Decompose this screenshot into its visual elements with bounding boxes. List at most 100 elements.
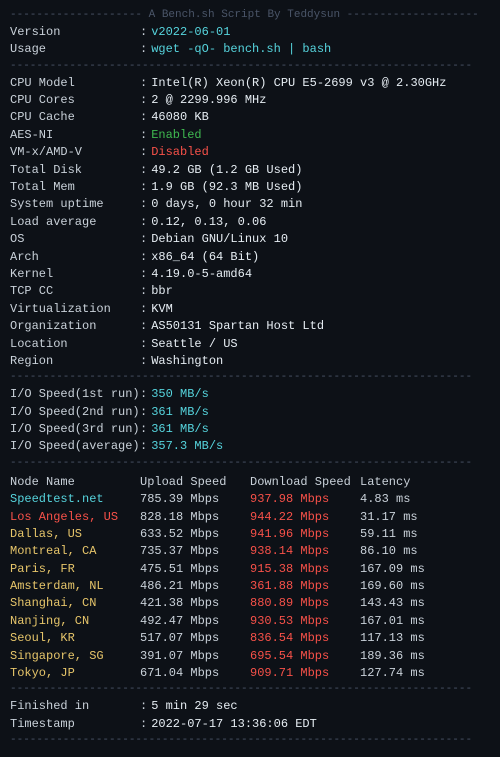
table-row: Amsterdam, NL 486.21 Mbps 361.88 Mbps 16…: [10, 578, 490, 595]
download-speed: 909.71 Mbps: [250, 665, 360, 682]
disk-row: Total Disk : 49.2 GB (1.2 GB Used): [10, 162, 490, 179]
location-label: Location: [10, 336, 140, 353]
timestamp-value: 2022-07-17 13:36:06 EDT: [151, 716, 317, 733]
arch-label: Arch: [10, 249, 140, 266]
cpu-model-label: CPU Model: [10, 75, 140, 92]
cpu-model-value: Intel(R) Xeon(R) CPU E5-2699 v3 @ 2.30GH…: [151, 75, 446, 92]
divider-5: ----------------------------------------…: [10, 733, 490, 749]
vm-value: Disabled: [151, 144, 209, 161]
latency: 189.36 ms: [360, 648, 440, 665]
region-label: Region: [10, 353, 140, 370]
node-name: Amsterdam, NL: [10, 578, 140, 595]
table-row: Montreal, CA 735.37 Mbps 938.14 Mbps 86.…: [10, 543, 490, 560]
os-label: OS: [10, 231, 140, 248]
node-name: Tokyo, JP: [10, 665, 140, 682]
tcp-label: TCP CC: [10, 283, 140, 300]
table-row: Tokyo, JP 671.04 Mbps 909.71 Mbps 127.74…: [10, 665, 490, 682]
latency: 4.83 ms: [360, 491, 440, 508]
network-table: Speedtest.net 785.39 Mbps 937.98 Mbps 4.…: [10, 491, 490, 682]
col-download-header: Download Speed: [250, 474, 360, 491]
vm-row: VM-x/AMD-V : Disabled: [10, 144, 490, 161]
vm-label: VM-x/AMD-V: [10, 144, 140, 161]
col-node-header: Node Name: [10, 474, 140, 491]
os-row: OS : Debian GNU/Linux 10: [10, 231, 490, 248]
upload-speed: 735.37 Mbps: [140, 543, 250, 560]
aes-label: AES-NI: [10, 127, 140, 144]
uptime-row: System uptime : 0 days, 0 hour 32 min: [10, 196, 490, 213]
latency: 167.09 ms: [360, 561, 440, 578]
version-row: Version : v2022-06-01: [10, 24, 490, 41]
cpu-cache-row: CPU Cache : 46080 KB: [10, 109, 490, 126]
download-speed: 880.89 Mbps: [250, 595, 360, 612]
col-latency-header: Latency: [360, 474, 440, 491]
io-run3-label: I/O Speed(3rd run): [10, 421, 140, 438]
io-run2-value: 361 MB/s: [151, 404, 209, 421]
kernel-value: 4.19.0-5-amd64: [151, 266, 252, 283]
table-row: Dallas, US 633.52 Mbps 941.96 Mbps 59.11…: [10, 526, 490, 543]
io-run1-value: 350 MB/s: [151, 386, 209, 403]
timestamp-row: Timestamp : 2022-07-17 13:36:06 EDT: [10, 716, 490, 733]
org-label: Organization: [10, 318, 140, 335]
io-run1-label: I/O Speed(1st run): [10, 386, 140, 403]
disk-label: Total Disk: [10, 162, 140, 179]
download-speed: 938.14 Mbps: [250, 543, 360, 560]
table-row: Singapore, SG 391.07 Mbps 695.54 Mbps 18…: [10, 648, 490, 665]
divider-2: ----------------------------------------…: [10, 370, 490, 386]
top-divider: -------------------- A Bench.sh Script B…: [10, 8, 490, 24]
upload-speed: 391.07 Mbps: [140, 648, 250, 665]
kernel-label: Kernel: [10, 266, 140, 283]
cpu-cores-label: CPU Cores: [10, 92, 140, 109]
divider-1: ----------------------------------------…: [10, 59, 490, 75]
kernel-row: Kernel : 4.19.0-5-amd64: [10, 266, 490, 283]
table-header: Node Name Upload Speed Download Speed La…: [10, 474, 490, 491]
table-row: Speedtest.net 785.39 Mbps 937.98 Mbps 4.…: [10, 491, 490, 508]
cpu-cache-label: CPU Cache: [10, 109, 140, 126]
finished-row: Finished in : 5 min 29 sec: [10, 698, 490, 715]
node-name: Los Angeles, US: [10, 509, 140, 526]
uptime-value: 0 days, 0 hour 32 min: [151, 196, 302, 213]
download-speed: 361.88 Mbps: [250, 578, 360, 595]
node-name: Paris, FR: [10, 561, 140, 578]
usage-label: Usage: [10, 41, 140, 58]
os-value: Debian GNU/Linux 10: [151, 231, 288, 248]
io-run3-row: I/O Speed(3rd run) : 361 MB/s: [10, 421, 490, 438]
latency: 143.43 ms: [360, 595, 440, 612]
io-avg-value: 357.3 MB/s: [151, 438, 223, 455]
table-row: Shanghai, CN 421.38 Mbps 880.89 Mbps 143…: [10, 595, 490, 612]
io-run2-row: I/O Speed(2nd run) : 361 MB/s: [10, 404, 490, 421]
node-name: Nanjing, CN: [10, 613, 140, 630]
upload-speed: 486.21 Mbps: [140, 578, 250, 595]
latency: 117.13 ms: [360, 630, 440, 647]
download-speed: 836.54 Mbps: [250, 630, 360, 647]
node-name: Speedtest.net: [10, 491, 140, 508]
mem-row: Total Mem : 1.9 GB (92.3 MB Used): [10, 179, 490, 196]
col-upload-header: Upload Speed: [140, 474, 250, 491]
tcp-value: bbr: [151, 283, 173, 300]
version-value: v2022-06-01: [151, 24, 230, 41]
download-speed: 944.22 Mbps: [250, 509, 360, 526]
upload-speed: 517.07 Mbps: [140, 630, 250, 647]
latency: 167.01 ms: [360, 613, 440, 630]
org-row: Organization : AS50131 Spartan Host Ltd: [10, 318, 490, 335]
mem-label: Total Mem: [10, 179, 140, 196]
aes-row: AES-NI : Enabled: [10, 127, 490, 144]
version-label: Version: [10, 24, 140, 41]
download-speed: 915.38 Mbps: [250, 561, 360, 578]
latency: 59.11 ms: [360, 526, 440, 543]
node-name: Seoul, KR: [10, 630, 140, 647]
download-speed: 941.96 Mbps: [250, 526, 360, 543]
io-run3-value: 361 MB/s: [151, 421, 209, 438]
io-avg-label: I/O Speed(average): [10, 438, 140, 455]
table-row: Paris, FR 475.51 Mbps 915.38 Mbps 167.09…: [10, 561, 490, 578]
finished-label: Finished in: [10, 698, 140, 715]
arch-value: x86_64 (64 Bit): [151, 249, 259, 266]
mem-value: 1.9 GB (92.3 MB Used): [151, 179, 302, 196]
io-run1-row: I/O Speed(1st run) : 350 MB/s: [10, 386, 490, 403]
latency: 86.10 ms: [360, 543, 440, 560]
upload-speed: 475.51 Mbps: [140, 561, 250, 578]
table-row: Seoul, KR 517.07 Mbps 836.54 Mbps 117.13…: [10, 630, 490, 647]
io-run2-label: I/O Speed(2nd run): [10, 404, 140, 421]
aes-value: Enabled: [151, 127, 201, 144]
tcp-row: TCP CC : bbr: [10, 283, 490, 300]
arch-row: Arch : x86_64 (64 Bit): [10, 249, 490, 266]
